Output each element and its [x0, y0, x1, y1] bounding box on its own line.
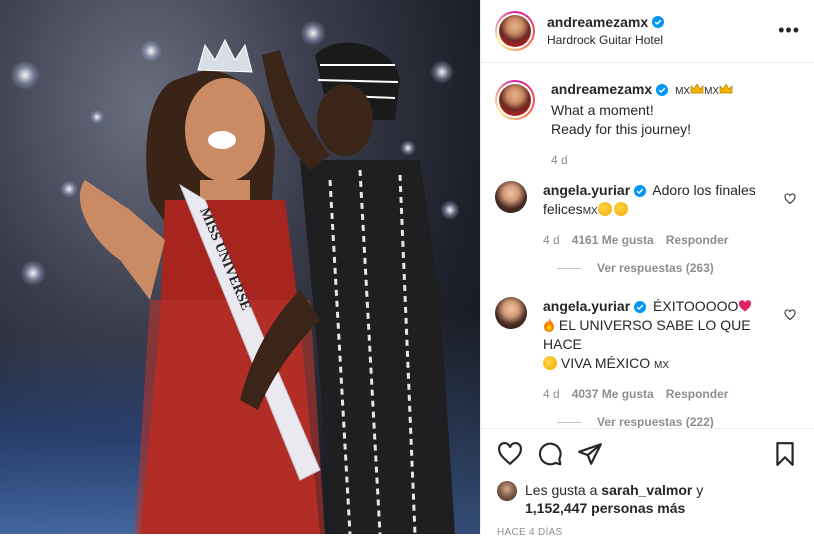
caption-line: What a moment! [551, 102, 654, 118]
fire-emoji-icon [544, 318, 554, 332]
face-shape [317, 84, 373, 156]
comment-text: ÉXITOOOOO [653, 298, 739, 314]
location-link[interactable]: Hardrock Guitar Hotel [547, 31, 664, 49]
comment-text: EL UNIVERSO SABE LO QUE HACE [543, 317, 751, 352]
winking-tongue-emoji-icon [613, 202, 628, 216]
reply-button[interactable]: Responder [666, 387, 729, 401]
verified-badge-icon [634, 184, 647, 197]
commenter-username[interactable]: angela.yuriar [543, 297, 630, 316]
commenter-avatar[interactable] [495, 181, 527, 213]
crown-emoji-icon [719, 83, 733, 94]
view-replies-button[interactable]: Ver respuestas (263) [557, 261, 798, 275]
smile-shape [208, 131, 236, 149]
instagram-post: MISS UNIVERSE andreamezamx Hardrock Guit… [0, 0, 814, 538]
author-avatar[interactable] [495, 80, 535, 120]
comment-like-count[interactable]: 4037 Me gusta [572, 387, 654, 401]
commenter-username-link[interactable]: angela.yuriar [543, 297, 647, 316]
save-bookmark-icon[interactable] [772, 441, 798, 467]
caption-age[interactable]: 4 d [551, 153, 568, 167]
post-side-panel: andreamezamx Hardrock Guitar Hotel ••• a… [480, 0, 814, 538]
author-avatar[interactable] [495, 11, 535, 51]
replies-divider-line [557, 421, 581, 423]
reply-button[interactable]: Responder [666, 233, 729, 247]
author-username[interactable]: andreamezamx [547, 13, 648, 31]
crown-emoji-icon [690, 83, 704, 94]
comment-text-tail: VIVA MÉXICO [560, 355, 651, 371]
like-comment-heart-icon[interactable] [784, 193, 796, 205]
post-header: andreamezamx Hardrock Guitar Hotel ••• [481, 0, 814, 63]
crown-shape [197, 38, 253, 73]
verified-badge-icon [656, 83, 669, 96]
mexico-flag-emoji: MX [582, 206, 598, 217]
caption-username[interactable]: andreamezamx [551, 80, 652, 99]
commenter-username-link[interactable]: angela.yuriar [543, 181, 647, 200]
heart-eyes-emoji-icon [543, 356, 557, 370]
likes-prefix: Les gusta a [525, 482, 598, 498]
view-replies-label[interactable]: Ver respuestas (263) [597, 261, 714, 275]
crowning-scene: MISS UNIVERSE [79, 38, 455, 534]
post-actions-section: Les gusta a sarah_valmor y 1,152,447 per… [481, 428, 814, 538]
comment-item: angela.yuriar Adoro los finales felicesM… [495, 181, 798, 247]
comment-bubble-icon[interactable] [537, 441, 563, 467]
share-paper-plane-icon[interactable] [577, 441, 603, 467]
comment-age[interactable]: 4 d [543, 387, 560, 401]
comment-text-line: VIVA MÉXICO MX [543, 354, 773, 375]
mexico-flag-emoji: MX [675, 86, 691, 97]
verified-badge-icon [652, 16, 665, 28]
face-shape [185, 78, 265, 182]
post-timestamp[interactable]: HACE 4 DÍAS [497, 527, 798, 538]
caption-comment: andreamezamx MX MX What a moment! Ready f… [495, 80, 798, 167]
view-replies-label[interactable]: Ver respuestas (222) [597, 415, 714, 428]
comment-item: angela.yuriar ÉXITOOOOO EL UNIVERSO SABE… [495, 297, 798, 401]
caption-line: Ready for this journey! [551, 121, 692, 137]
like-comment-heart-icon[interactable] [784, 309, 796, 321]
likes-conjunction: y [696, 482, 704, 498]
author-username-link[interactable]: andreamezamx [547, 13, 665, 31]
comments-list[interactable]: andreamezamx MX MX What a moment! Ready f… [481, 64, 814, 428]
kissing-face-emoji-icon [597, 202, 612, 216]
comment-age[interactable]: 4 d [543, 233, 560, 247]
more-options-icon[interactable]: ••• [778, 21, 800, 39]
liker-username-link[interactable]: sarah_valmor [601, 482, 692, 498]
likes-summary: Les gusta a sarah_valmor y 1,152,447 per… [497, 481, 798, 517]
commenter-username[interactable]: angela.yuriar [543, 181, 630, 200]
red-heart-emoji-icon [739, 300, 752, 312]
view-replies-button[interactable]: Ver respuestas (222) [557, 415, 798, 428]
mexico-flag-emoji: MX [704, 86, 720, 97]
post-photo[interactable]: MISS UNIVERSE [0, 0, 480, 534]
caption-username-link[interactable]: andreamezamx [551, 80, 669, 99]
action-bar [497, 441, 798, 467]
mexico-flag-emoji: MX [654, 360, 669, 371]
verified-badge-icon [634, 300, 647, 313]
replies-divider-line [557, 267, 581, 269]
likes-count-link[interactable]: 1,152,447 personas más [525, 500, 685, 516]
like-heart-icon[interactable] [497, 441, 523, 467]
liker-avatar[interactable] [497, 481, 517, 501]
commenter-avatar[interactable] [495, 297, 527, 329]
comment-like-count[interactable]: 4161 Me gusta [572, 233, 654, 247]
